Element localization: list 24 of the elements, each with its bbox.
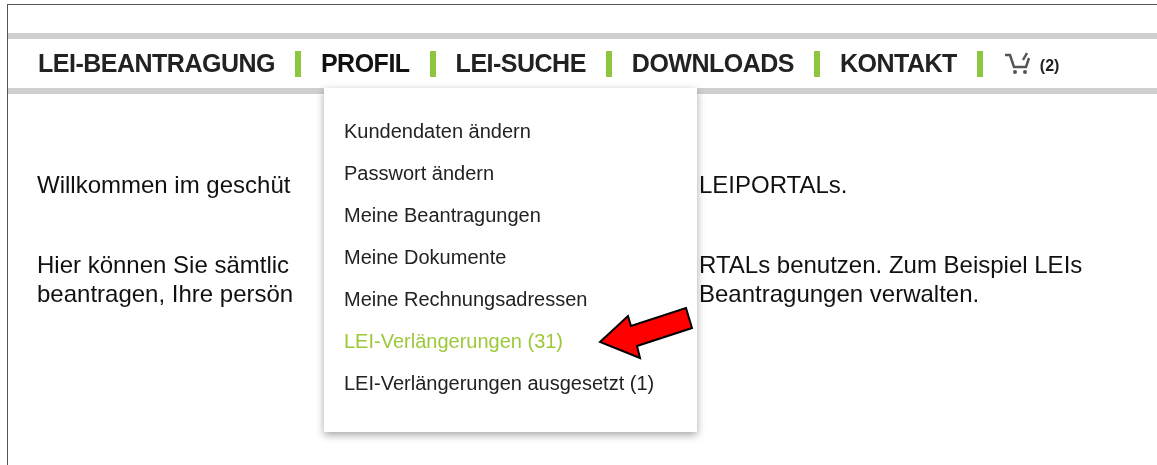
menu-item[interactable]: Meine Dokumente <box>344 246 507 268</box>
nav-separator <box>294 50 301 77</box>
welcome-text: Beantragungen verwalten. <box>699 279 981 308</box>
nav-tab[interactable]: LEI-BEANTRAGUNG <box>37 44 276 83</box>
welcome-text: Hier können Sie sämtlic <box>37 250 290 279</box>
welcome-text: Willkommen im geschüt <box>37 170 291 199</box>
nav-tab[interactable]: LEI-SUCHE <box>454 44 587 83</box>
menu-item[interactable]: LEI-Verlängerungen ausgesetzt (1) <box>344 372 655 394</box>
welcome-text: beantragen, Ihre persön <box>37 279 294 308</box>
welcome-text: RTALs benutzen. Zum Beispiel LEIs <box>699 250 1084 279</box>
nav-separator <box>605 50 612 77</box>
menu-item[interactable]: Kundendaten ändern <box>344 120 531 142</box>
nav-separator <box>429 50 436 77</box>
cart-icon[interactable] <box>1003 51 1032 76</box>
nav-tab[interactable]: KONTAKT <box>839 44 958 83</box>
nav-separator <box>976 50 983 77</box>
nav-tab[interactable]: DOWNLOADS <box>630 44 795 83</box>
welcome-text: LEIPORTALs. <box>699 170 849 199</box>
menu-item[interactable]: Passwort ändern <box>344 162 495 184</box>
arrow-icon <box>598 304 694 362</box>
nav-separator <box>814 50 820 77</box>
menu-item[interactable]: Meine Beantragungen <box>344 204 541 226</box>
menu-item[interactable]: Meine Rechnungsadressen <box>344 288 588 310</box>
cart-count: (2) <box>1039 55 1060 76</box>
